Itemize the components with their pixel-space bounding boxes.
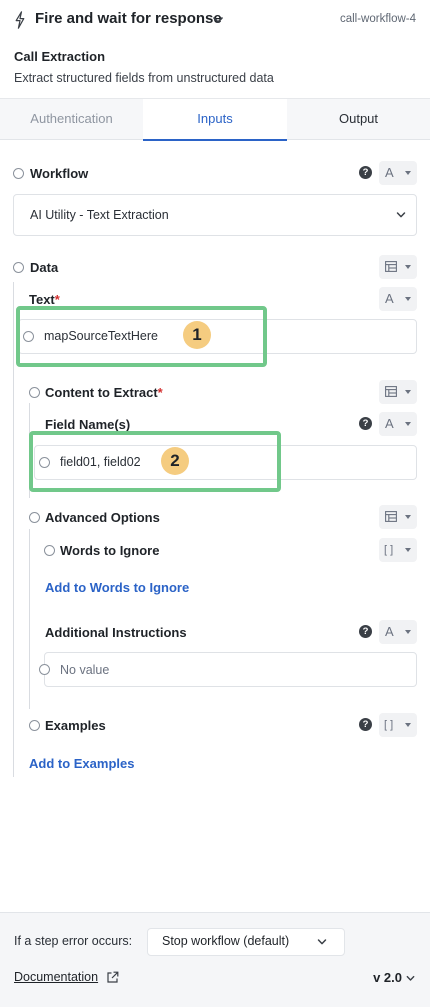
help-icon[interactable]: ?	[359, 166, 372, 179]
chevron-down-icon[interactable]	[212, 14, 224, 26]
help-icon[interactable]: ?	[359, 718, 372, 731]
additional-instructions-label: Additional Instructions	[45, 625, 187, 640]
trigger-mode-title[interactable]: Fire and wait for response	[35, 10, 222, 27]
caret-down-icon	[405, 515, 411, 519]
text-type-button[interactable]: A	[379, 287, 417, 311]
advanced-options-label: Advanced Options	[45, 510, 160, 525]
text-type-icon: A	[385, 416, 394, 431]
bolt-icon	[15, 11, 25, 29]
additional-instructions-type-button[interactable]: A	[379, 620, 417, 644]
additional-instructions-placeholder: No value	[60, 663, 110, 677]
workflow-label: Workflow	[30, 166, 89, 181]
text-type-icon: A	[385, 291, 394, 306]
step-id: call-workflow-4	[339, 13, 416, 25]
advanced-options-radio[interactable]	[29, 512, 40, 523]
tab-bar: Authentication Inputs Output	[0, 98, 430, 141]
caret-down-icon	[405, 548, 411, 552]
table-icon	[385, 261, 397, 272]
step-error-selected-value: Stop workflow (default)	[162, 934, 290, 948]
workflow-selected-value: AI Utility - Text Extraction	[30, 208, 169, 222]
content-to-extract-type-button[interactable]	[379, 380, 417, 404]
content-to-extract-label: Content to Extract*	[45, 385, 163, 400]
step-description: Extract structured fields from unstructu…	[14, 71, 274, 85]
documentation-link[interactable]: Documentation	[14, 970, 98, 984]
help-icon[interactable]: ?	[359, 417, 372, 430]
add-to-examples-link[interactable]: Add to Examples	[29, 756, 134, 771]
workflow-radio[interactable]	[13, 168, 24, 179]
words-to-ignore-radio[interactable]	[44, 545, 55, 556]
table-icon	[385, 386, 397, 397]
caret-down-icon	[405, 390, 411, 394]
caret-down-icon	[405, 422, 411, 426]
list-type-icon: [ ]	[384, 719, 394, 731]
field-names-label: Field Name(s)	[45, 417, 131, 432]
examples-type-button[interactable]: [ ]	[379, 713, 417, 737]
advanced-options-type-button[interactable]	[379, 505, 417, 529]
chevron-down-icon[interactable]	[395, 209, 407, 221]
data-type-button[interactable]	[379, 255, 417, 279]
text-type-icon: A	[385, 165, 394, 180]
tab-authentication[interactable]: Authentication	[0, 99, 143, 140]
tab-inputs[interactable]: Inputs	[143, 99, 287, 141]
text-type-icon: A	[385, 624, 394, 639]
caret-down-icon	[405, 723, 411, 727]
text-label: Text*	[29, 292, 60, 307]
data-radio[interactable]	[13, 262, 24, 273]
caret-down-icon	[405, 297, 411, 301]
tree-connector	[13, 282, 14, 777]
chevron-down-icon[interactable]	[405, 973, 416, 984]
list-type-icon: [ ]	[384, 544, 394, 556]
data-label: Data	[30, 260, 59, 275]
workflow-type-button[interactable]: A	[379, 161, 417, 185]
annotation-badge-2: 2	[161, 447, 189, 475]
version-selector[interactable]: v 2.0	[373, 970, 402, 985]
tree-connector	[29, 529, 30, 709]
step-title: Call Extraction	[14, 49, 106, 64]
table-icon	[385, 511, 397, 522]
caret-down-icon	[405, 265, 411, 269]
external-link-icon[interactable]	[106, 971, 119, 984]
words-to-ignore-label: Words to Ignore	[60, 543, 160, 558]
chevron-down-icon[interactable]	[316, 936, 328, 948]
tab-output[interactable]: Output	[287, 99, 430, 140]
examples-radio[interactable]	[29, 720, 40, 731]
words-to-ignore-type-button[interactable]: [ ]	[379, 538, 417, 562]
caret-down-icon	[405, 171, 411, 175]
field-names-type-button[interactable]: A	[379, 412, 417, 436]
step-error-label: If a step error occurs:	[14, 934, 133, 948]
caret-down-icon	[405, 630, 411, 634]
annotation-badge-1: 1	[183, 321, 211, 349]
additional-instructions-radio[interactable]	[39, 664, 50, 675]
add-to-words-to-ignore-link[interactable]: Add to Words to Ignore	[45, 580, 189, 595]
footer	[0, 912, 430, 1007]
help-icon[interactable]: ?	[359, 625, 372, 638]
examples-label: Examples	[45, 718, 106, 733]
annotation-highlight-1	[16, 306, 267, 367]
content-to-extract-radio[interactable]	[29, 387, 40, 398]
annotation-highlight-2	[29, 431, 281, 492]
